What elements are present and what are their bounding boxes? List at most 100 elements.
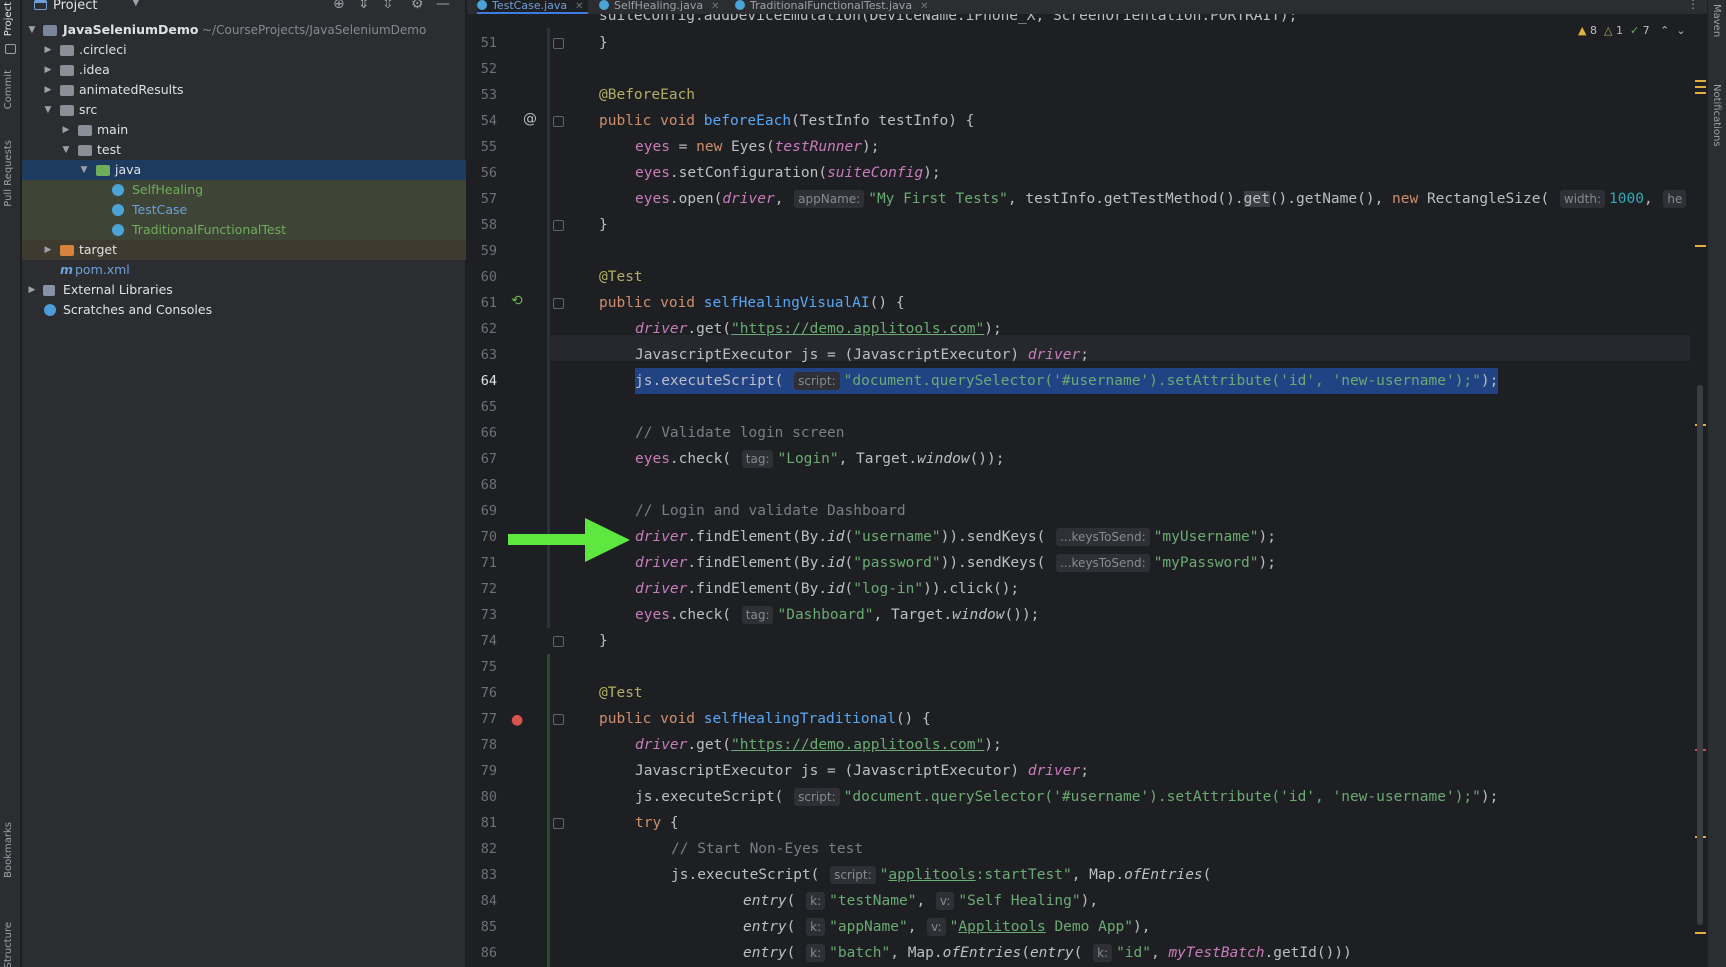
parameter-hint: appName:	[794, 190, 865, 208]
tool-tab-bookmarks[interactable]: Bookmarks	[3, 822, 14, 878]
tool-tab-commit[interactable]: Commit	[3, 70, 14, 109]
code-text: get	[1243, 191, 1270, 207]
close-icon[interactable]: ✕	[575, 1, 583, 12]
tree-item-src[interactable]: ▼ src	[22, 100, 466, 120]
keyword: new	[1392, 191, 1427, 207]
code-text: .get(	[687, 321, 732, 337]
chevron-down-icon[interactable]: ▼	[26, 20, 38, 40]
tree-item-target[interactable]: ▶ target	[22, 240, 466, 260]
tree-item-external-libraries[interactable]: ▶ External Libraries	[22, 280, 466, 300]
vertical-scrollbar-thumb[interactable]	[1697, 385, 1703, 925]
code-line-53: @BeforeEach	[599, 82, 695, 108]
chevron-right-icon[interactable]: ▶	[42, 240, 54, 260]
code-text: , Target.	[838, 451, 918, 467]
tree-item-test-case[interactable]: TestCase	[22, 200, 466, 220]
tree-item-label: TraditionalFunctionalTest	[132, 222, 286, 237]
tab-testcase[interactable]: TestCase.java ✕	[477, 0, 588, 14]
tree-item-animated-results[interactable]: ▶ animatedResults	[22, 80, 466, 100]
tab-label: SelfHealing.java	[614, 0, 704, 12]
tool-tab-pull-requests[interactable]: Pull Requests	[3, 140, 14, 207]
panel-title[interactable]: Project	[53, 0, 97, 13]
tree-item-label: target	[79, 242, 118, 257]
collapse-all-icon[interactable]: ⇳	[382, 0, 394, 12]
code-text: ().getName(),	[1269, 191, 1393, 207]
chevron-down-icon[interactable]: ▼	[60, 140, 72, 160]
code-text: id	[827, 555, 845, 571]
inspections-widget[interactable]: ▲ 8 △ 1 ✓ 7 ⌃ ⌄	[1578, 24, 1686, 37]
field: eyes	[635, 165, 670, 181]
code-line-57: eyes.open(driver, appName: "My First Test…	[635, 186, 1690, 212]
code-content[interactable]: suiteConfig.addDeviceEmulation(DeviceNam…	[467, 14, 1687, 967]
close-icon[interactable]: ✕	[711, 1, 719, 12]
locate-icon[interactable]: ⊕	[333, 0, 345, 12]
tab-traditionalfunctionaltest[interactable]: TraditionalFunctionalTest.java ✕	[735, 0, 928, 14]
warning-marker[interactable]	[1695, 92, 1706, 94]
more-vertical-icon[interactable]: ⋮	[1687, 0, 1699, 11]
chevron-down-icon[interactable]: ▼	[42, 100, 54, 120]
editor-tab-bar: TestCase.java ✕ SelfHealing.java ✕ Traditi…	[467, 0, 1707, 14]
warning-marker[interactable]	[1695, 245, 1706, 247]
keyword: public void	[599, 295, 704, 311]
chevron-right-icon[interactable]: ▶	[42, 80, 54, 100]
callout-arrow-head	[585, 518, 630, 562]
code-text: id	[827, 581, 845, 597]
keyword: public void	[599, 113, 704, 129]
code-line-86: entry( k: "batch", Map.ofEntries(entry( k…	[743, 940, 1352, 966]
tree-item-main[interactable]: ▶ main	[22, 120, 466, 140]
tree-item-root[interactable]: ▼ JavaSeleniumDemo ~/CourseProjects/Java…	[22, 20, 466, 40]
tree-item-traditional-functional-test[interactable]: TraditionalFunctionalTest	[22, 220, 466, 240]
string-literal: "appName"	[829, 919, 908, 935]
chevron-right-icon[interactable]: ▶	[60, 120, 72, 140]
callout-arrow-shaft	[508, 534, 588, 545]
code-text: );	[984, 737, 1002, 753]
code-text: =	[669, 139, 697, 155]
code-text: ofEntries	[942, 945, 1022, 961]
code-editor[interactable]: 51 52 53 54 55 56 57 58 59 60 61 62 63 6…	[467, 14, 1707, 967]
chevron-right-icon[interactable]: ▶	[42, 40, 54, 60]
code-text: entry	[743, 919, 787, 935]
chevron-down-icon[interactable]: ▼	[78, 160, 90, 180]
expand-all-icon[interactable]: ⇕	[358, 0, 370, 12]
warning-marker[interactable]	[1695, 80, 1706, 82]
code-line-79: JavascriptExecutor js = (JavascriptExecu…	[635, 758, 1089, 784]
code-text: ());	[969, 451, 1005, 467]
string-literal: "Login"	[777, 451, 839, 467]
code-text: );	[862, 139, 880, 155]
minimize-icon[interactable]: —	[436, 0, 450, 12]
library-icon	[43, 285, 55, 296]
chevron-right-icon[interactable]: ▶	[42, 60, 54, 80]
tool-tab-maven[interactable]: Maven	[1711, 4, 1722, 37]
string-literal: "id"	[1116, 945, 1151, 961]
gear-icon[interactable]: ⚙	[411, 0, 424, 12]
code-text: }	[599, 35, 608, 51]
tree-item-label: SelfHealing	[132, 182, 204, 197]
folder-icon	[60, 65, 74, 76]
tool-tab-structure[interactable]: Structure	[3, 922, 14, 967]
chevron-down-icon[interactable]: ⌄	[1676, 24, 1685, 37]
chevron-right-icon[interactable]: ▶	[26, 280, 38, 300]
tool-tab-notifications[interactable]: Notifications	[1711, 84, 1722, 147]
warning-marker[interactable]	[1695, 86, 1706, 88]
code-line-77: public void selfHealingTraditional() {	[599, 706, 931, 732]
keyword: try	[635, 815, 662, 831]
tree-item-scratches[interactable]: Scratches and Consoles	[22, 300, 466, 320]
code-line-56: eyes.setConfiguration(suiteConfig);	[635, 160, 941, 186]
code-text: ,	[774, 191, 793, 207]
code-text: .get(	[687, 737, 732, 753]
code-text: (	[786, 919, 805, 935]
tree-item-pom-xml[interactable]: m pom.xml	[22, 260, 466, 280]
tree-item-java[interactable]: ▼ java	[22, 160, 466, 180]
tool-tab-project[interactable]: Project	[3, 2, 14, 36]
close-icon[interactable]: ✕	[920, 1, 928, 12]
chevron-up-icon[interactable]: ⌃	[1660, 24, 1669, 37]
tree-item-circleci[interactable]: ▶ .circleci	[22, 40, 466, 60]
tree-item-test[interactable]: ▼ test	[22, 140, 466, 160]
warning-marker[interactable]	[1695, 932, 1706, 934]
chevron-down-icon[interactable]: ▼	[132, 0, 140, 8]
url-link[interactable]: "https://demo.applitools.com"	[731, 321, 984, 337]
tree-item-self-healing[interactable]: SelfHealing	[22, 180, 466, 200]
tab-selfhealing[interactable]: SelfHealing.java ✕	[599, 0, 719, 14]
tree-item-idea[interactable]: ▶ .idea	[22, 60, 466, 80]
parameter-hint: ...keysToSend:	[1056, 554, 1150, 572]
url-link[interactable]: "https://demo.applitools.com"	[731, 737, 984, 753]
